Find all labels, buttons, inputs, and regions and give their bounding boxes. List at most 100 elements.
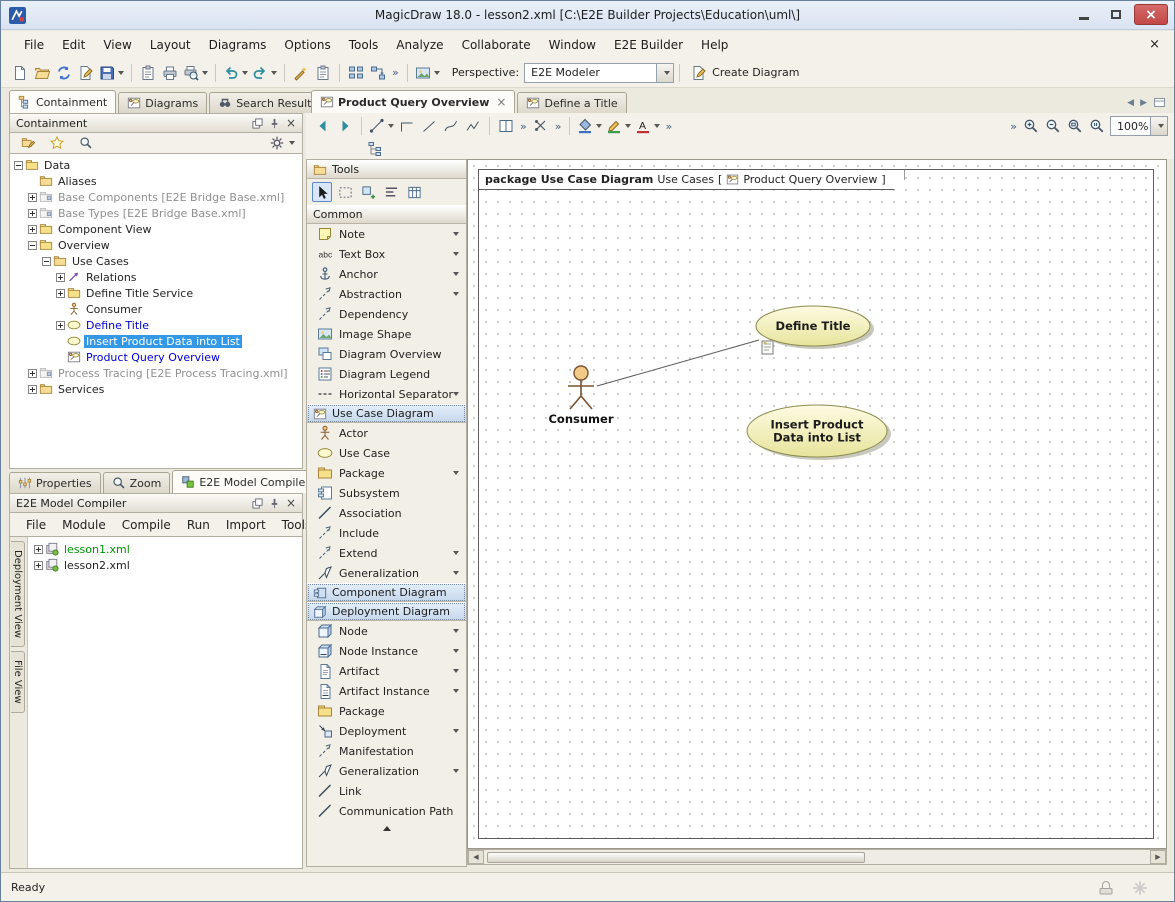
overflow-chevron-icon[interactable]: »: [517, 120, 530, 133]
palette-item-diagram-legend[interactable]: Diagram Legend: [307, 364, 466, 384]
previous-tab-icon[interactable]: ◀: [1127, 98, 1134, 108]
next-tab-icon[interactable]: ▶: [1140, 98, 1147, 108]
maximize-button[interactable]: [1102, 4, 1130, 25]
dropdown-arrow-icon[interactable]: [453, 729, 459, 733]
close-panel-icon[interactable]: ×: [286, 497, 296, 509]
compiler-row-lesson2-xml[interactable]: lesson2.xml: [30, 557, 300, 573]
compiler-row-lesson1-xml[interactable]: lesson1.xml: [30, 541, 300, 557]
containment-row-base-types-e2e-bridge-base-xml[interactable]: Base Types [E2E Bridge Base.xml]: [10, 205, 302, 221]
printer-button[interactable]: [159, 62, 181, 84]
containment-row-services[interactable]: Services: [10, 381, 302, 397]
expander-icon[interactable]: [28, 241, 37, 250]
palette-item-generalization[interactable]: Generalization: [307, 761, 466, 781]
containment-row-overview[interactable]: Overview: [10, 237, 302, 253]
swimlane-button[interactable]: [495, 115, 517, 137]
menu-tools[interactable]: Tools: [340, 34, 388, 56]
palette-item-anchor[interactable]: Anchor: [307, 264, 466, 284]
palette-item-generalization[interactable]: Generalization: [307, 563, 466, 583]
palette-section-common[interactable]: Common: [307, 205, 466, 224]
menu-options[interactable]: Options: [275, 34, 339, 56]
compiler-menu-import[interactable]: Import: [218, 516, 274, 534]
star-button[interactable]: [46, 132, 68, 154]
align-tool-button[interactable]: [381, 182, 401, 202]
expander-icon[interactable]: [28, 369, 37, 378]
minimize-button[interactable]: [1070, 4, 1098, 25]
overflow-chevron-icon[interactable]: »: [1007, 120, 1020, 133]
font-color-button[interactable]: A: [633, 115, 662, 137]
undo-button[interactable]: [221, 62, 250, 84]
marquee-tool-button[interactable]: [335, 182, 355, 202]
float-panel-icon[interactable]: [252, 498, 263, 509]
garbage-collector-icon[interactable]: [1132, 880, 1148, 896]
wand-button[interactable]: [290, 62, 312, 84]
structure-tree-button[interactable]: [364, 138, 386, 160]
split-button[interactable]: [530, 115, 552, 137]
menubar-close-icon[interactable]: ×: [1149, 37, 1160, 52]
float-panel-icon[interactable]: [252, 118, 263, 129]
palette-item-horizontal-separator[interactable]: Horizontal Separator: [307, 384, 466, 404]
open-project-button[interactable]: [31, 62, 53, 84]
diagram-tab-define-a-title[interactable]: Define a Title: [517, 92, 626, 113]
gear-icon[interactable]: [270, 136, 284, 150]
side-tab-deployment-view[interactable]: Deployment View: [11, 541, 25, 647]
diagram-tab-product-query-overview[interactable]: Product Query Overview×: [311, 90, 515, 113]
line-mode-button[interactable]: [367, 115, 396, 137]
pen-color-button[interactable]: [604, 115, 633, 137]
menu-help[interactable]: Help: [692, 34, 737, 56]
palette-item-package[interactable]: Package: [307, 701, 466, 721]
dropdown-arrow-icon[interactable]: [453, 629, 459, 633]
diagram-canvas[interactable]: Define TitleInsert ProductData into List…: [467, 159, 1167, 849]
palette-item-note[interactable]: Note: [307, 224, 466, 244]
palette-scroll-up-button[interactable]: [307, 821, 466, 836]
dropdown-arrow-icon[interactable]: [453, 232, 459, 236]
containment-row-base-components-e2e-bridge-base-xml[interactable]: Base Components [E2E Bridge Base.xml]: [10, 189, 302, 205]
tab-zoom[interactable]: Zoom: [103, 472, 171, 493]
palette-item-image-shape[interactable]: Image Shape: [307, 324, 466, 344]
palette-item-dependency[interactable]: Dependency: [307, 304, 466, 324]
notification-icon[interactable]: [1098, 880, 1114, 896]
menu-analyze[interactable]: Analyze: [387, 34, 452, 56]
palette-item-use-case[interactable]: Use Case: [307, 443, 466, 463]
dropdown-arrow-icon[interactable]: [453, 571, 459, 575]
magnifier-button[interactable]: [75, 132, 97, 154]
expander-icon[interactable]: [56, 321, 65, 330]
palette-item-link[interactable]: Link: [307, 781, 466, 801]
layout-grid-button[interactable]: [345, 62, 367, 84]
tab-list-icon[interactable]: [1153, 96, 1166, 109]
palette-item-diagram-overview[interactable]: Diagram Overview: [307, 344, 466, 364]
close-panel-icon[interactable]: ×: [286, 117, 296, 129]
menu-e2e-builder[interactable]: E2E Builder: [605, 34, 692, 56]
containment-row-define-title-service[interactable]: Define Title Service: [10, 285, 302, 301]
layout-flow-button[interactable]: [367, 62, 389, 84]
palette-item-artifact[interactable]: Artifact: [307, 661, 466, 681]
tab-properties[interactable]: Properties: [9, 472, 101, 493]
diagram-shapes[interactable]: Define TitleInsert ProductData into List…: [468, 160, 1167, 849]
overflow-chevron-icon[interactable]: »: [552, 120, 565, 133]
palette-section-deployment-diagram[interactable]: Deployment Diagram: [307, 602, 466, 621]
titlebar[interactable]: MagicDraw 18.0 - lesson2.xml [C:\E2E Bui…: [1, 1, 1174, 30]
tab-diagrams[interactable]: Diagrams: [118, 92, 207, 113]
fill-color-button[interactable]: [575, 115, 604, 137]
expander-icon[interactable]: [28, 209, 37, 218]
new-project-button[interactable]: [9, 62, 31, 84]
menu-collaborate[interactable]: Collaborate: [453, 34, 540, 56]
scroll-left-button[interactable]: ◀: [468, 850, 484, 864]
rect-line-button[interactable]: [396, 115, 418, 137]
palette-section-tools[interactable]: Tools: [307, 160, 466, 179]
tab-search-results[interactable]: Search Results: [209, 92, 326, 113]
zoom-fit-button[interactable]: [1064, 115, 1086, 137]
menu-diagrams[interactable]: Diagrams: [200, 34, 276, 56]
create-diagram-button[interactable]: Create Diagram: [685, 63, 805, 83]
containment-row-aliases[interactable]: Aliases: [10, 173, 302, 189]
expander-icon[interactable]: [34, 561, 43, 570]
close-tab-icon[interactable]: ×: [496, 95, 506, 109]
palette-item-deployment[interactable]: Deployment: [307, 721, 466, 741]
sync-blue-button[interactable]: [53, 62, 75, 84]
tab-containment[interactable]: Containment: [9, 90, 116, 113]
dropdown-arrow-icon[interactable]: [453, 769, 459, 773]
palette-item-include[interactable]: Include: [307, 523, 466, 543]
dropdown-arrow-icon[interactable]: [453, 551, 459, 555]
palette-item-package[interactable]: Package: [307, 463, 466, 483]
compiler-menu-module[interactable]: Module: [54, 516, 114, 534]
palette-item-text-box[interactable]: abcText Box: [307, 244, 466, 264]
